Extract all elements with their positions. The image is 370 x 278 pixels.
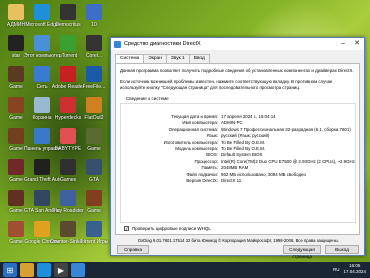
desktop-icon[interactable]: Torrent Игры xyxy=(80,221,108,257)
reader-icon xyxy=(60,66,76,82)
game-icon xyxy=(8,97,24,113)
language-indicator[interactable]: RU xyxy=(333,267,340,272)
intro-text: Данная программа позволяет получить подр… xyxy=(120,68,354,73)
system-info-title: Сведения о системе xyxy=(124,96,171,101)
game-icon xyxy=(60,190,76,206)
app-icon xyxy=(60,128,76,144)
start-button[interactable]: ⊞ xyxy=(3,263,17,277)
system-panel: Данная программа позволяет получить подр… xyxy=(115,63,360,235)
game-icon xyxy=(60,159,76,175)
game-icon xyxy=(86,97,102,113)
chrome-icon xyxy=(34,221,50,237)
dxdiag-icon xyxy=(114,40,121,48)
edge-icon xyxy=(34,4,50,20)
desktop-icon-label: GTA xyxy=(89,177,99,183)
next-page-button[interactable]: Следующая страница xyxy=(283,245,321,259)
system-tray: RU 15:05 17.04.2024 xyxy=(333,263,366,275)
game-icon xyxy=(8,159,24,175)
whql-checkbox-label: Проверить цифровые подписи WHQL xyxy=(132,226,211,231)
tab-sound[interactable]: Звук 1 xyxy=(165,54,190,63)
desktop-icon-label: FlatOut2 xyxy=(84,115,104,121)
game-icon xyxy=(86,159,102,175)
explorer-icon[interactable] xyxy=(20,263,34,277)
gta-icon xyxy=(34,190,50,206)
whql-checkbox[interactable]: ✓ Проверить цифровые подписи WHQL xyxy=(124,226,211,231)
media-player-icon[interactable]: ▶ xyxy=(54,263,68,277)
utorrent-icon xyxy=(60,35,76,51)
game-icon xyxy=(8,190,24,206)
exit-button[interactable]: Выход xyxy=(325,245,359,254)
title-bar[interactable]: Средство диагностики DirectX – ✕ xyxy=(111,38,364,50)
cs-icon xyxy=(60,221,76,237)
info-value: DirectX 11 xyxy=(221,177,242,183)
window-title: Средство диагностики DirectX xyxy=(124,41,201,47)
game-icon xyxy=(86,190,102,206)
app-icon xyxy=(60,97,76,113)
close-button[interactable]: ✕ xyxy=(350,38,364,50)
desktop-icon-label: Game xyxy=(87,146,101,152)
desktop-icon-label: Game xyxy=(87,208,101,214)
system-info-group: Текущая дата и время: 17 апреля 2024 г., … xyxy=(120,103,356,223)
checkbox-box[interactable]: ✓ xyxy=(124,226,129,231)
help-button[interactable]: Справка xyxy=(117,245,149,254)
desktop-icon-label: Corel... xyxy=(85,53,103,59)
game-icon xyxy=(8,221,24,237)
clock-date: 17.04.2024 xyxy=(343,269,366,274)
computer-icon xyxy=(34,35,50,51)
tab-strip: Система Экран Звук 1 Ввод xyxy=(115,54,210,64)
intro-text-2: Если источник возникшей проблемы известе… xyxy=(120,79,333,90)
folder-icon xyxy=(8,4,24,20)
dxdiag-window: Средство диагностики DirectX – ✕ Система… xyxy=(110,37,365,259)
trooper-icon xyxy=(8,35,24,51)
taskbar: ⊞ ▶ RU 15:05 17.04.2024 xyxy=(0,262,370,278)
clock[interactable]: 15:05 17.04.2024 xyxy=(343,263,366,275)
desktop-icon-label: Torrent Игры xyxy=(79,239,109,245)
gta-icon xyxy=(34,159,50,175)
recycle-bin-icon xyxy=(34,97,50,113)
desktop-icon-label: 10 xyxy=(91,22,97,28)
desktop-icon-label: FreeFile... xyxy=(82,84,106,90)
tab-display[interactable]: Экран xyxy=(143,54,167,63)
torrent-icon xyxy=(86,221,102,237)
system-info-rows: Текущая дата и время: 17 апреля 2024 г., … xyxy=(121,114,357,184)
info-key: Версия DirectX: xyxy=(186,177,218,183)
app-icon xyxy=(86,66,102,82)
dxdiag-taskbar-icon[interactable] xyxy=(71,263,85,277)
network-icon xyxy=(34,66,50,82)
control-panel-icon xyxy=(34,128,50,144)
info-row: Версия DirectX: DirectX 11 xyxy=(121,178,357,184)
game-icon xyxy=(8,128,24,144)
tab-input[interactable]: Ввод xyxy=(188,54,210,63)
minimize-button[interactable]: – xyxy=(336,38,350,50)
game-icon xyxy=(8,66,24,82)
app-icon xyxy=(86,35,102,51)
app-icon xyxy=(86,4,102,20)
edge-icon[interactable] xyxy=(37,263,51,277)
copyright-text: DxDiag 6.01.7601.17514 32 бита Юникод © … xyxy=(138,238,339,243)
app-icon xyxy=(60,4,76,20)
game-icon xyxy=(86,128,102,144)
